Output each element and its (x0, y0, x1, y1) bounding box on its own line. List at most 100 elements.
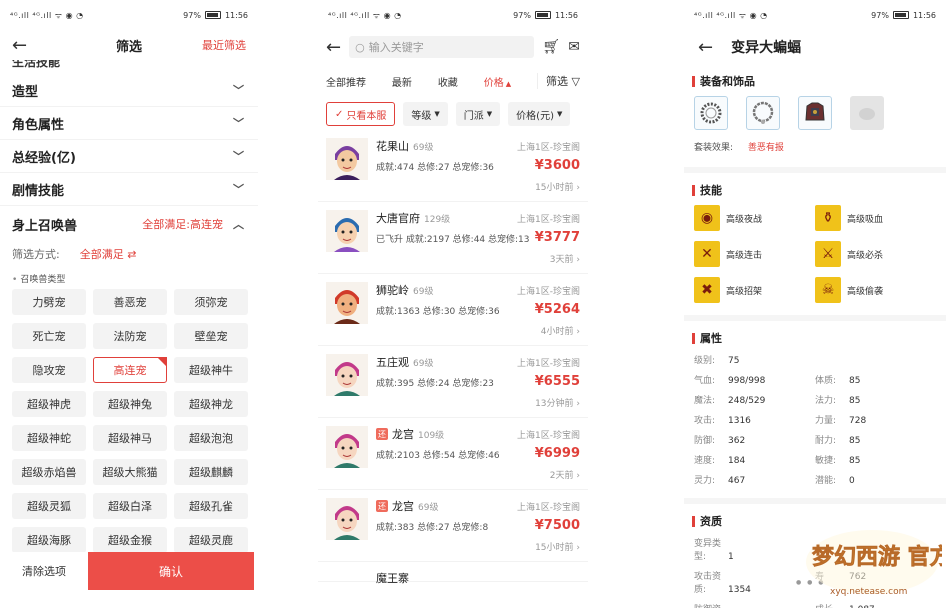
watermark-logo: 梦幻西游 官方论坛 xyq.netease.com (802, 522, 946, 602)
message-icon[interactable]: ✉ (568, 39, 580, 55)
pet-type-option[interactable]: 超级麒麟 (174, 459, 248, 485)
pet-type-option[interactable]: 超级海豚 (12, 527, 86, 553)
pet-type-option[interactable]: 超级白泽 (93, 493, 167, 519)
pet-type-option[interactable]: 高连宠 (93, 357, 167, 383)
cart-icon[interactable]: 🛒︎ (542, 39, 560, 55)
confirm-button[interactable]: 确认 (88, 552, 254, 590)
skill-name: 高级招架 (726, 286, 763, 297)
pet-type-option[interactable]: 法防宠 (93, 323, 167, 349)
tab-latest[interactable]: 最新 (392, 74, 412, 89)
listing-item[interactable]: 大唐官府 129级 上海1区-珍宝阁 已飞升 成就:2197 总修:44 总宠修:13… (318, 202, 588, 274)
pet-type-option[interactable]: 超级神兔 (93, 391, 167, 417)
filter-section-row[interactable]: 剧情技能 ﹀ (0, 173, 258, 206)
skill-item[interactable]: ☠ 高级偷袭 (815, 277, 936, 303)
listing-partial[interactable]: 魔王寨 (318, 562, 588, 585)
pet-type-option[interactable]: 超级泡泡 (174, 425, 248, 451)
chip-own-server[interactable]: ✓ 只看本服 (326, 102, 396, 126)
section-label: 造型 (12, 84, 39, 100)
attribute-key: 变异类型: (694, 539, 722, 562)
necklace-icon[interactable] (694, 96, 728, 130)
back-arrow-icon[interactable]: ← (12, 35, 36, 56)
empty-equip-slot[interactable] (850, 96, 884, 130)
sort-arrow-icon: ▲ (505, 79, 512, 88)
attribute-key: 攻击: (694, 416, 716, 426)
pet-type-option[interactable]: 壁垒宠 (174, 323, 248, 349)
pet-type-option[interactable]: 力劈宠 (12, 289, 86, 315)
listing-time: 13分钟前 › (535, 399, 580, 409)
listing-level: 69级 (413, 358, 434, 369)
pet-type-option[interactable]: 超级孔雀 (174, 493, 248, 519)
listing-level: 109级 (418, 430, 445, 441)
listing-time: 3天前 › (549, 255, 580, 265)
skill-item[interactable]: ✖ 高级招架 (694, 277, 815, 303)
filter-section-row[interactable]: 角色属性 ﹀ (0, 107, 258, 140)
skill-item[interactable]: ✕ 高级连击 (694, 241, 815, 267)
filter-section-row[interactable]: 造型 ﹀ (0, 74, 258, 107)
skill-item[interactable]: ◉ 高级夜战 (694, 205, 815, 231)
skills-section-title: 技能 (684, 179, 946, 201)
pet-type-option[interactable]: 隐攻宠 (12, 357, 86, 383)
divider (684, 498, 946, 504)
armor-icon[interactable] (798, 96, 832, 130)
funnel-icon: ▽ (571, 75, 580, 88)
filter-button[interactable]: 筛选 ▽ (537, 73, 580, 89)
listing-price: ¥3777 (534, 230, 580, 245)
back-arrow-icon[interactable]: ← (698, 37, 713, 58)
pet-type-option[interactable]: 死亡宠 (12, 323, 86, 349)
tab-recommended[interactable]: 全部推荐 (326, 74, 366, 89)
attribute-item: 魔法: 248/529 (694, 393, 815, 406)
pet-type-option[interactable]: 超级神马 (93, 425, 167, 451)
tab-price[interactable]: 价格 ▲ (484, 74, 511, 89)
filter-mode-toggle[interactable]: 全部满足 ⇄ (80, 246, 137, 262)
pet-type-option[interactable]: 超级神蛇 (12, 425, 86, 451)
listing-price: ¥6555 (534, 374, 580, 389)
attribute-item: 成长1.087 (815, 602, 936, 608)
skill-item[interactable]: ⚔ 高级必杀 (815, 241, 936, 267)
quick-filter-row: ✓ 只看本服 等级 ▼ 门派 ▼ 价格(元) ▼ (318, 98, 588, 130)
attribute-key: 速度: (694, 456, 716, 466)
battery-icon (204, 11, 221, 19)
listing-item[interactable]: 五庄观 69级 上海1区-珍宝阁 成就:395 总修:24 总宠修:23 ¥6555 13… (318, 346, 588, 418)
attribute-item: 力量: 728 (815, 413, 936, 426)
section-life-skills-partial[interactable]: 生活技能 (0, 60, 258, 74)
back-arrow-icon[interactable]: ← (326, 37, 341, 58)
pet-type-option[interactable]: 超级神虎 (12, 391, 86, 417)
pet-type-option[interactable]: 超级灵鹿 (174, 527, 248, 553)
pet-type-option[interactable]: 超级大熊猫 (93, 459, 167, 485)
skill-name: 高级连击 (726, 250, 763, 261)
pet-type-label: 召唤兽类型 (0, 266, 258, 289)
chip-price[interactable]: 价格(元) ▼ (508, 102, 571, 126)
pet-type-option[interactable]: 超级金猴 (93, 527, 167, 553)
recent-filters-link[interactable]: 最近筛选 (202, 37, 246, 53)
listing-level: 129级 (424, 214, 451, 225)
pet-type-option[interactable]: 超级神牛 (174, 357, 248, 383)
pet-type-option[interactable]: 超级灵狐 (12, 493, 86, 519)
watermark-title: 梦幻西游 官方论坛 (812, 544, 942, 570)
tab-favorites[interactable]: 收藏 (438, 74, 458, 89)
listing-item[interactable]: 还龙宫 109级 上海1区-珍宝阁 成就:2103 总修:54 总宠修:46 ¥6999… (318, 418, 588, 490)
pet-type-option[interactable]: 善恶宠 (93, 289, 167, 315)
divider (684, 315, 946, 321)
pet-detail-panel: ⁴ᴳ.ıll ⁴ᴳ.ıll ᯤ ◉ ◔ 97% 11:56 ← 变异大蝙蝠 装备… (684, 0, 946, 608)
skill-item[interactable]: ⚱ 高级吸血 (815, 205, 936, 231)
search-input[interactable]: ○ 输入关键字 (349, 36, 535, 58)
listing-price: ¥6999 (534, 446, 580, 461)
skill-name: 高级必杀 (847, 250, 884, 261)
character-avatar-icon (326, 426, 368, 468)
listing-item[interactable]: 还龙宫 69级 上海1区-珍宝阁 成就:383 总修:27 总宠修:8 ¥7500 15小… (318, 490, 588, 562)
listing-item[interactable]: 花果山 69级 上海1区-珍宝阁 成就:474 总修:27 总宠修:36 ¥3600 15… (318, 130, 588, 202)
chain-collar-icon[interactable] (746, 96, 780, 130)
listing-item[interactable]: 狮驼岭 69级 上海1区-珍宝阁 成就:1363 总修:30 总宠修:36 ¥5264 4… (318, 274, 588, 346)
chip-school[interactable]: 门派 ▼ (455, 102, 501, 126)
chevron-right-icon: › (576, 471, 580, 481)
section-summon-header[interactable]: 身上召唤兽 全部满足:高连宠 ︿ (0, 206, 258, 242)
chip-level[interactable]: 等级 ▼ (403, 102, 448, 126)
attribute-item (815, 353, 936, 366)
pet-type-option[interactable]: 须弥宠 (174, 289, 248, 315)
skill-icon: ✖ (694, 277, 720, 303)
pet-type-option[interactable]: 超级神龙 (174, 391, 248, 417)
skill-icon: ✕ (694, 241, 720, 267)
pet-type-option[interactable]: 超级赤焰兽 (12, 459, 86, 485)
clear-options-button[interactable]: 清除选项 (0, 552, 88, 590)
filter-section-row[interactable]: 总经验(亿) ﹀ (0, 140, 258, 173)
